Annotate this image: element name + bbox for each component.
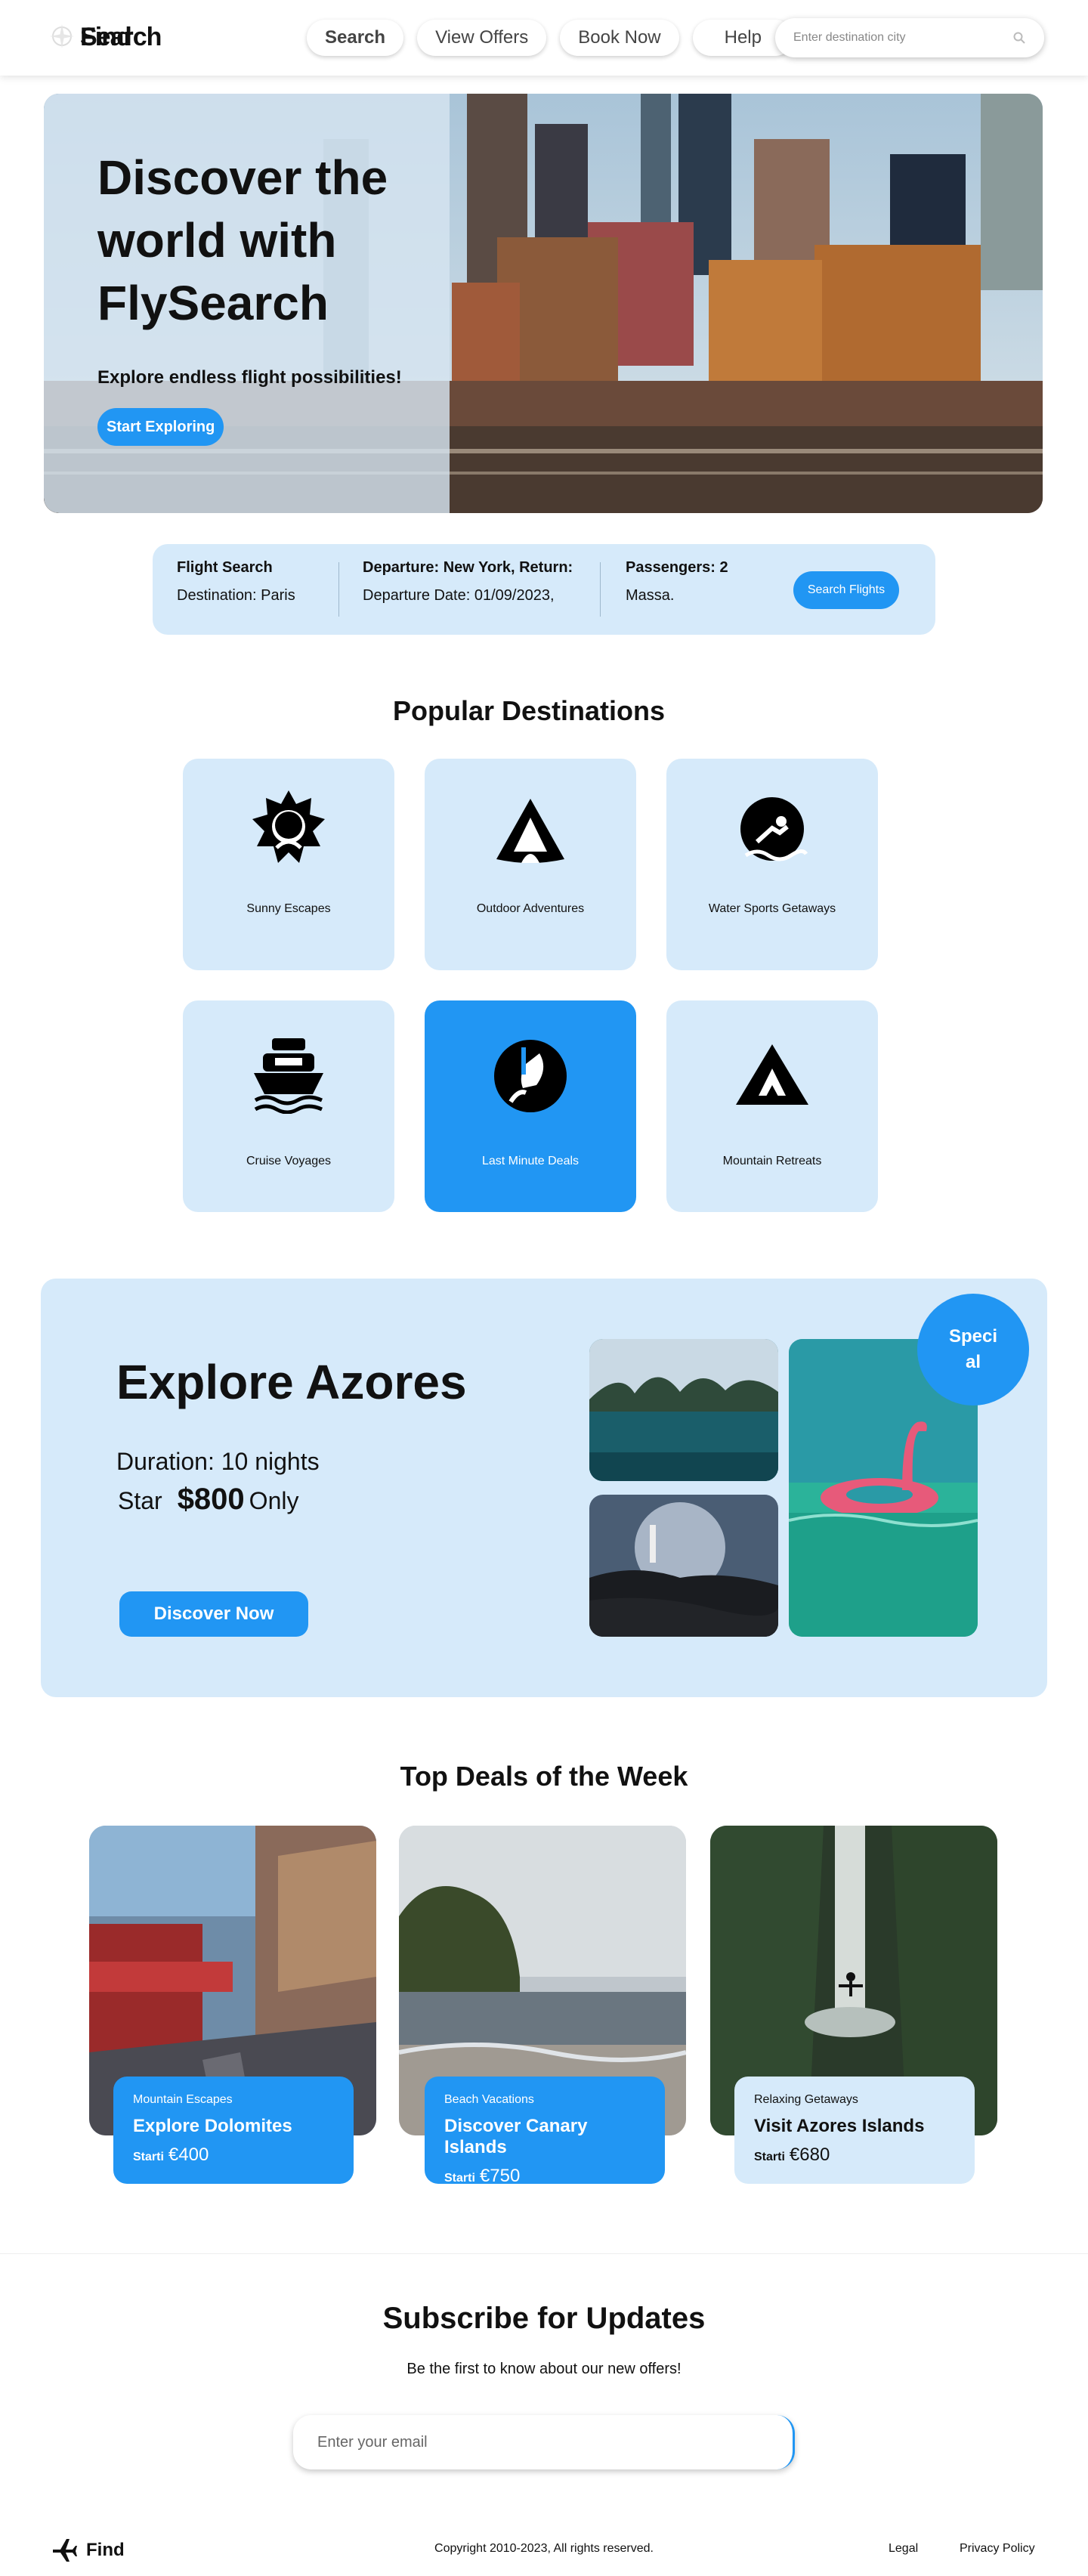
dates-col: Departure: New York, Return: Departure D… — [363, 559, 573, 605]
destination-value[interactable]: Destination: Paris — [177, 587, 295, 605]
surfer-icon — [740, 797, 808, 861]
top-deals-title: Top Deals of the Week — [400, 1761, 688, 1792]
price-value: $800 — [177, 1483, 245, 1516]
deal-price: Starti €400 — [133, 2145, 334, 2166]
tent-icon — [496, 799, 564, 863]
start-exploring-button[interactable]: Start Exploring — [97, 408, 224, 446]
special-badge: Special — [917, 1294, 1029, 1406]
destination-card-water-sports[interactable]: Water Sports Getaways — [666, 759, 878, 970]
departure-return-title: Departure: New York, Return: — [363, 559, 573, 576]
destination-label: Outdoor Adventures — [476, 902, 585, 915]
site-header: Search Find Search View Offers Book Now … — [0, 0, 1088, 76]
price-prefix: Star — [118, 1487, 162, 1514]
logo-text: Search Find — [80, 23, 162, 52]
compass-logo-icon — [47, 21, 77, 51]
legal-link[interactable]: Legal — [889, 2542, 918, 2556]
sun-icon — [252, 790, 325, 863]
flight-search-bar: Flight Search Destination: Paris Departu… — [153, 544, 935, 635]
email-input[interactable] — [293, 2415, 795, 2469]
destination-label: Mountain Retreats — [722, 1155, 822, 1167]
popular-destinations-title: Popular Destinations — [392, 695, 666, 726]
deal-start: Starti — [133, 2151, 164, 2163]
subscribe-text: Be the first to know about our new offer… — [406, 2361, 682, 2377]
destination-card-cruise[interactable]: Cruise Voyages — [183, 1000, 394, 1212]
copyright: Copyright 2010-2023, All rights reserved… — [434, 2542, 654, 2555]
nav-book-now[interactable]: Book Now — [560, 20, 679, 56]
azores-duration: Duration: 10 nights — [116, 1448, 320, 1475]
destination-search-input[interactable] — [793, 31, 990, 45]
section-divider — [0, 2253, 1088, 2254]
flight-search-col: Flight Search Destination: Paris — [177, 559, 295, 605]
deal-name: Visit Azores Islands — [754, 2116, 925, 2136]
nav-view-offers[interactable]: View Offers — [417, 20, 547, 56]
divider — [600, 562, 601, 617]
divider — [338, 562, 339, 617]
deal-price-value: €750 — [479, 2166, 521, 2186]
mountain-icon — [736, 1044, 808, 1105]
hero-title: Discover the world with FlySearch — [97, 150, 388, 330]
destination-label: Water Sports Getaways — [708, 902, 836, 915]
subscribe-title: Subscribe for Updates — [382, 2302, 706, 2335]
deal-name: Discover Canary Islands — [444, 2116, 588, 2157]
main-nav: Search View Offers Book Now Help — [307, 20, 793, 56]
destination-label: Cruise Voyages — [246, 1155, 332, 1167]
destination-label: Last Minute Deals — [481, 1155, 580, 1167]
deal-card-azores[interactable]: Relaxing Getaways Visit Azores Islands S… — [734, 2077, 975, 2184]
destination-card-last-minute[interactable]: Last Minute Deals — [425, 1000, 636, 1212]
destination-card-sunny[interactable]: Sunny Escapes — [183, 759, 394, 970]
logo[interactable]: Search Find — [47, 21, 162, 51]
privacy-policy-link[interactable]: Privacy Policy — [960, 2542, 1035, 2556]
logo-text-find: Find — [80, 23, 132, 51]
deal-price: Starti €680 — [754, 2145, 955, 2166]
deal-start: Starti — [444, 2172, 475, 2185]
discover-now-button[interactable]: Discover Now — [119, 1591, 308, 1637]
deal-price-value: €680 — [789, 2145, 830, 2165]
search-flights-button[interactable]: Search Flights — [793, 571, 899, 609]
departure-date-value[interactable]: Departure Date: 01/09/2023, — [363, 587, 573, 605]
rocket-icon — [494, 1040, 567, 1112]
deal-price: Starti €750 — [444, 2166, 645, 2187]
azores-price: Star $800 Only — [118, 1483, 298, 1517]
azores-title: Explore Azores — [116, 1355, 467, 1409]
passengers-col: Passengers: 2 Massa. — [626, 559, 728, 605]
hero-banner: Discover the world with FlySearch Explor… — [44, 94, 1043, 513]
deal-category: Relaxing Getaways — [754, 2093, 858, 2106]
destination-card-outdoor[interactable]: Outdoor Adventures — [425, 759, 636, 970]
palm-beach-image — [589, 1339, 778, 1481]
price-suffix: Only — [249, 1487, 299, 1514]
hero-subtitle: Explore endless flight possibilities! — [97, 367, 402, 388]
deal-name: Explore Dolomites — [133, 2116, 292, 2136]
flight-search-title: Flight Search — [177, 559, 273, 576]
deal-price-value: €400 — [168, 2145, 209, 2165]
deal-card-canary[interactable]: Beach Vacations Discover Canary Islands … — [425, 2077, 665, 2187]
azores-promo: Explore Azores Duration: 10 nights Star … — [41, 1279, 1047, 1697]
passengers-value[interactable]: Massa. — [626, 587, 728, 605]
deal-start: Starti — [754, 2151, 785, 2163]
lighthouse-image — [589, 1495, 778, 1637]
deal-card-dolomites[interactable]: Mountain Escapes Explore Dolomites Start… — [113, 2077, 354, 2184]
passengers-title: Passengers: 2 — [626, 559, 728, 576]
deal-category: Beach Vacations — [444, 2093, 534, 2106]
destination-label: Sunny Escapes — [246, 902, 331, 915]
deal-category: Mountain Escapes — [133, 2093, 233, 2106]
search-icon[interactable] — [1012, 31, 1026, 45]
nav-search[interactable]: Search — [307, 20, 404, 56]
destination-card-mountain[interactable]: Mountain Retreats — [666, 1000, 878, 1212]
destination-search — [775, 18, 1044, 57]
cruise-ship-icon — [254, 1038, 323, 1114]
